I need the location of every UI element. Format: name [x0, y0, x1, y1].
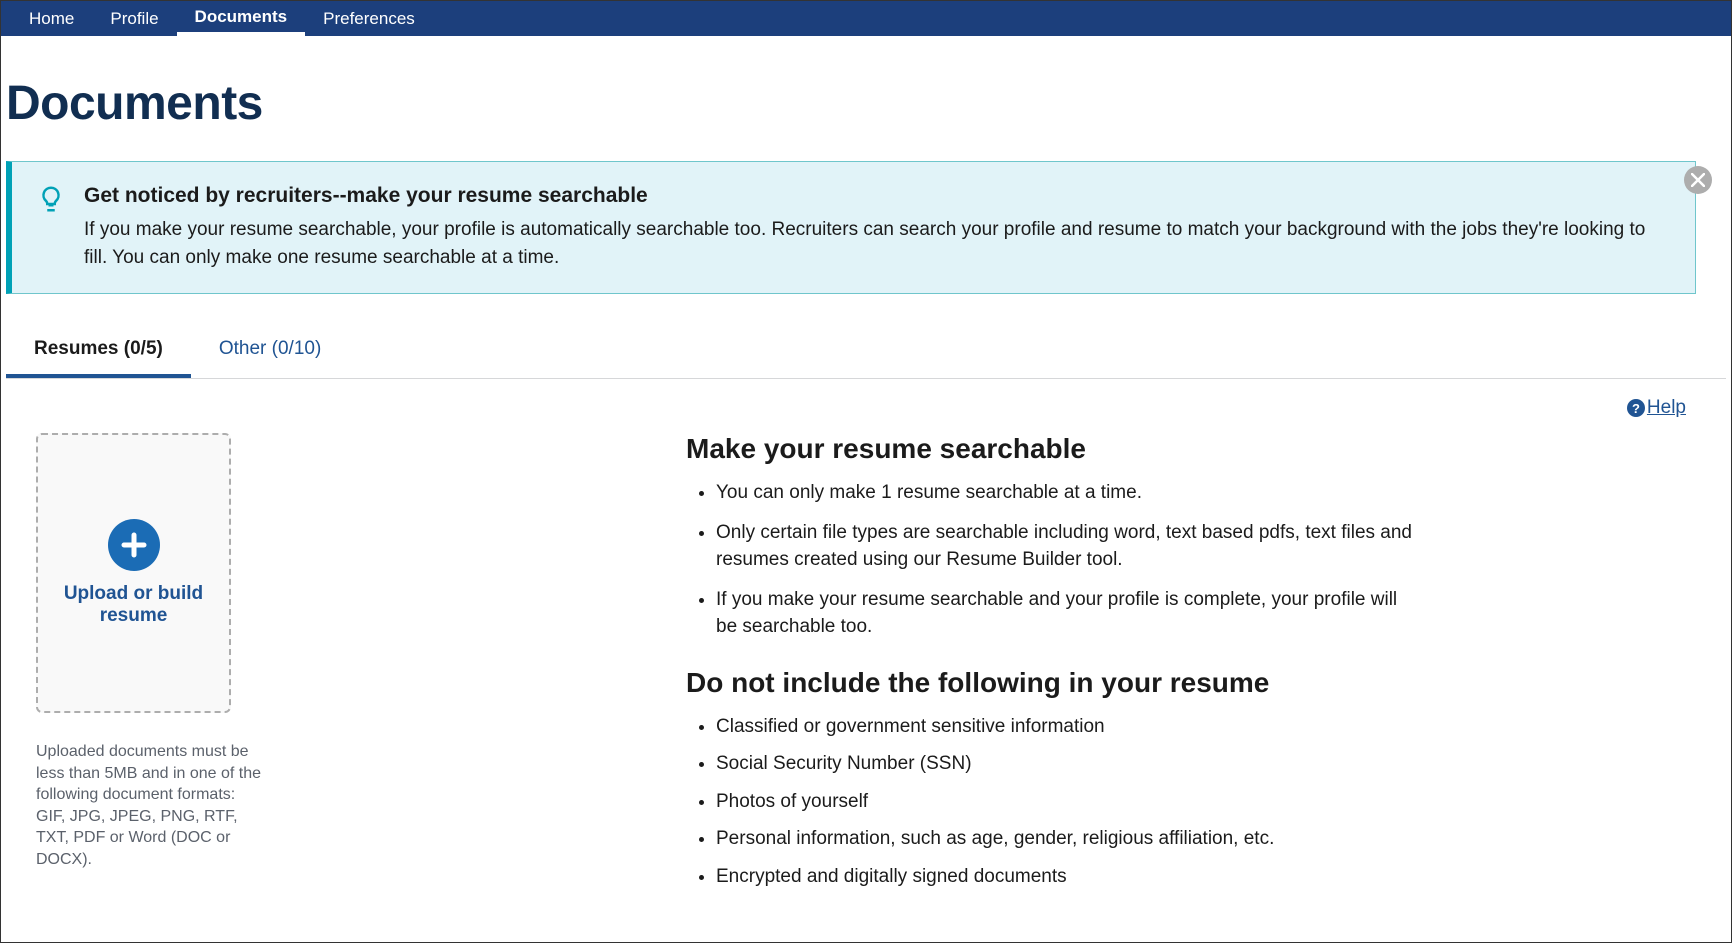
list-item: Encrypted and digitally signed documents	[716, 863, 1696, 891]
info-list-searchable: You can only make 1 resume searchable at…	[686, 479, 1696, 641]
list-item: Social Security Number (SSN)	[716, 750, 1696, 778]
info-list-exclude: Classified or government sensitive infor…	[686, 713, 1696, 891]
tip-body: If you make your resume searchable, your…	[84, 216, 1667, 271]
info-heading-exclude: Do not include the following in your res…	[686, 667, 1696, 699]
top-nav: Home Profile Documents Preferences	[1, 1, 1731, 36]
tab-resumes[interactable]: Resumes (0/5)	[6, 324, 191, 378]
list-item: If you make your resume searchable and y…	[716, 586, 1696, 641]
tip-container: Get noticed by recruiters--make your res…	[6, 161, 1726, 294]
tabs: Resumes (0/5) Other (0/10)	[6, 324, 1726, 379]
info-heading-searchable: Make your resume searchable	[686, 433, 1696, 465]
tip-box: Get noticed by recruiters--make your res…	[6, 161, 1696, 294]
help-link[interactable]: ? Help	[1627, 397, 1686, 419]
close-icon[interactable]	[1684, 166, 1712, 194]
list-item: Only certain file types are searchable i…	[716, 519, 1696, 574]
list-item: Photos of yourself	[716, 788, 1696, 816]
tab-other[interactable]: Other (0/10)	[191, 324, 349, 378]
tip-title: Get noticed by recruiters--make your res…	[84, 184, 1667, 208]
nav-home[interactable]: Home	[11, 1, 92, 36]
upload-label: Upload or build resume	[38, 583, 229, 627]
list-item: Classified or government sensitive infor…	[716, 713, 1696, 741]
page-title: Documents	[6, 76, 1726, 131]
plus-icon	[108, 519, 160, 571]
nav-profile[interactable]: Profile	[92, 1, 176, 36]
list-item: Personal information, such as age, gende…	[716, 825, 1696, 853]
list-item: You can only make 1 resume searchable at…	[716, 479, 1696, 507]
help-icon: ?	[1627, 399, 1645, 417]
help-label: Help	[1647, 397, 1686, 419]
upload-resume-card[interactable]: Upload or build resume	[36, 433, 231, 713]
nav-preferences[interactable]: Preferences	[305, 1, 433, 36]
lightbulb-icon	[36, 184, 66, 214]
upload-note: Uploaded documents must be less than 5MB…	[36, 741, 266, 871]
nav-documents[interactable]: Documents	[177, 1, 306, 36]
